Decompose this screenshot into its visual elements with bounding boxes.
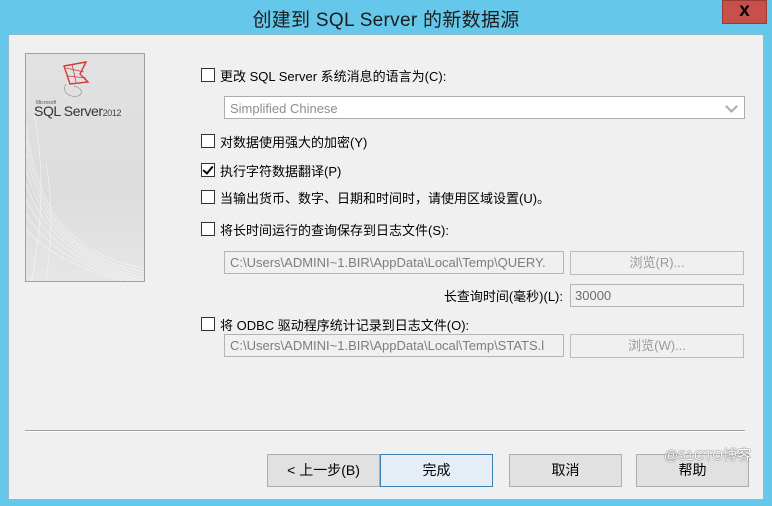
long-query-time-input[interactable]: 30000 [570,284,744,307]
title-bar: 创建到 SQL Server 的新数据源 X [0,0,772,34]
char-translation-checkbox[interactable] [201,163,215,177]
stats-log-path-input[interactable]: C:\Users\ADMINI~1.BIR\AppData\Local\Temp… [224,334,564,357]
banner-wave-graphic [26,61,144,281]
log-long-queries-checkbox[interactable] [201,222,215,236]
query-log-path-input[interactable]: C:\Users\ADMINI~1.BIR\AppData\Local\Temp… [224,251,564,274]
strong-encryption-option[interactable]: 对数据使用强大的加密(Y) [201,131,367,151]
language-select-value: Simplified Chinese [230,101,338,116]
strong-encryption-checkbox[interactable] [201,134,215,148]
change-language-label: 更改 SQL Server 系统消息的语言为(C): [220,68,447,84]
window-title: 创建到 SQL Server 的新数据源 [252,10,520,31]
browse-query-log-button[interactable]: 浏览(R)... [570,251,744,275]
log-long-queries-option[interactable]: 将长时间运行的查询保存到日志文件(S): [201,219,449,239]
dialog-body: Microsoft SQL Server2012 更改 SQL Server 系… [8,34,764,500]
brand-sql-server: SQL Server2012 [34,103,121,119]
separator [25,430,745,432]
sql-server-logo-icon [63,61,90,97]
char-translation-label: 执行字符数据翻译(P) [220,163,342,179]
log-odbc-stats-option[interactable]: 将 ODBC 驱动程序统计记录到日志文件(O): [201,314,469,334]
change-language-option[interactable]: 更改 SQL Server 系统消息的语言为(C): [201,65,446,85]
brand-name: SQL Server [34,103,103,119]
cancel-button[interactable]: 取消 [509,454,622,487]
log-long-queries-label: 将长时间运行的查询保存到日志文件(S): [220,222,449,238]
strong-encryption-label: 对数据使用强大的加密(Y) [220,134,368,150]
watermark: @51CTO博客 [664,447,752,463]
log-odbc-stats-label: 将 ODBC 驱动程序统计记录到日志文件(O): [220,317,470,333]
brand-year: 2012 [102,108,122,118]
regional-settings-label: 当输出货币、数字、日期和时间时，请使用区域设置(U)。 [220,190,551,206]
long-query-time-label: 长查询时间(毫秒)(L): [443,289,563,304]
chevron-down-icon [725,100,738,113]
back-button[interactable]: < 上一步(B) [267,454,380,487]
char-translation-option[interactable]: 执行字符数据翻译(P) [201,160,341,180]
regional-settings-checkbox[interactable] [201,190,215,204]
sql-server-banner: Microsoft SQL Server2012 [25,53,145,282]
browse-stats-log-button[interactable]: 浏览(W)... [570,334,744,358]
log-odbc-stats-checkbox[interactable] [201,317,215,331]
regional-settings-option[interactable]: 当输出货币、数字、日期和时间时，请使用区域设置(U)。 [201,187,550,207]
change-language-checkbox[interactable] [201,68,215,82]
language-select[interactable]: Simplified Chinese [224,96,745,119]
finish-button[interactable]: 完成 [380,454,493,487]
close-button[interactable]: X [722,0,767,24]
